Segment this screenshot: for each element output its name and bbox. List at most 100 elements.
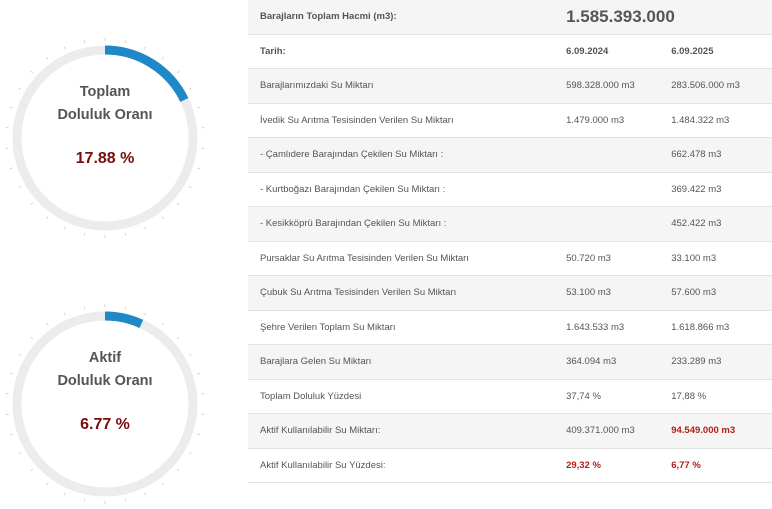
table-row: - Kesikköprü Barajından Çekilen Su Mikta… [248,207,772,242]
gauge-tick [125,306,126,309]
gauge-tick [189,453,192,455]
row-label: Şehre Verilen Toplam Su Miktarı [248,310,554,345]
gauge-tick [46,57,48,59]
gauge-tick [64,313,65,316]
row-value-2024 [554,207,661,242]
gauge-tick [162,323,164,325]
table-row: Şehre Verilen Toplam Su Miktarı1.643.533… [248,310,772,345]
gauge-title-line2: Doluluk Oranı [0,104,210,127]
row-label: - Çamlıdere Barajından Çekilen Su Miktar… [248,138,554,173]
gauge-tick [144,47,145,50]
active-fill-gauge-graphic [0,299,210,509]
table-row: Barajlarımızdaki Su Miktarı598.328.000 m… [248,69,772,104]
row-value-2025: 17,88 % [661,379,772,414]
row-label: Barajlara Gelen Su Miktarı [248,345,554,380]
table-row: Barajlara Gelen Su Miktarı364.094 m3233.… [248,345,772,380]
row-value-2025: 369.422 m3 [661,172,772,207]
row-value-2024: 1.643.533 m3 [554,310,661,345]
row-value-2025: 662.478 m3 [661,138,772,173]
table-row: Çubuk Su Arıtma Tesisinden Verilen Su Mi… [248,276,772,311]
row-label: Barajlarımızdaki Su Miktarı [248,69,554,104]
gauge-title-line1: Toplam [0,81,210,104]
gauge-tick [31,469,33,471]
gauge-tick [46,482,48,484]
gauge-tick [31,71,33,73]
row-value-2025: 452.422 m3 [661,207,772,242]
gauge-tick [64,493,65,496]
gauge-tick [177,337,179,339]
gauge-tick [144,493,145,496]
row-value-2024 [554,138,661,173]
row-value-2024: 53.100 m3 [554,276,661,311]
gauge-tick [31,203,33,205]
gauge-tick [144,227,145,230]
table-row: Aktif Kullanılabilir Su Yüzdesi:29,32 %6… [248,448,772,483]
gauge-tick [162,57,164,59]
total-fill-gauge-graphic [0,33,210,243]
gauge-tick [84,40,85,43]
gauge-tick [18,453,21,455]
gauge-value: 17.88 % [0,150,210,168]
table-row: Toplam Doluluk Yüzdesi37,74 %17,88 % [248,379,772,414]
row-label: - Kesikköprü Barajından Çekilen Su Mikta… [248,207,554,242]
gauge-tick [84,233,85,236]
row-label: Çubuk Su Arıtma Tesisinden Verilen Su Mi… [248,276,554,311]
gauge-tick [46,216,48,218]
gauge-tick [125,499,126,502]
gauge-tick [84,306,85,309]
row-label: - Kurtboğazı Barajından Çekilen Su Mikta… [248,172,554,207]
row-label: İvedik Su Arıtma Tesisinden Verilen Su M… [248,103,554,138]
gauge-tick [197,434,200,435]
gauge-tick [31,337,33,339]
gauges-panel: Toplam Doluluk Oranı 17.88 % Aktif Dolul… [0,0,210,492]
row-value-2024: 409.371.000 m3 [554,414,661,449]
gauge-tick [64,227,65,230]
row-label: Pursaklar Su Arıtma Tesisinden Verilen S… [248,241,554,276]
gauge-tick [10,168,13,169]
gauge-tick [125,40,126,43]
row-value-2024: 1.479.000 m3 [554,103,661,138]
gauge-tick [162,216,164,218]
gauge-tick [177,203,179,205]
gauge-tick [84,499,85,502]
gauge-tick [177,71,179,73]
row-label: Toplam Doluluk Yüzdesi [248,379,554,414]
row-value-2024 [554,172,661,207]
total-volume-value: 1.585.393.000 [554,0,772,34]
total-fill-gauge: Toplam Doluluk Oranı 17.88 % [0,33,210,243]
row-value-2025: 57.600 m3 [661,276,772,311]
date-2024: 6.09.2024 [554,34,661,69]
table-row: Aktif Kullanılabilir Su Miktarı:409.371.… [248,414,772,449]
table-row: Pursaklar Su Arıtma Tesisinden Verilen S… [248,241,772,276]
row-value-2024: 37,74 % [554,379,661,414]
date-header-row: Tarih: 6.09.2024 6.09.2025 [248,34,772,69]
gauge-tick [125,233,126,236]
row-label: Aktif Kullanılabilir Su Miktarı: [248,414,554,449]
total-volume-row: Barajların Toplam Hacmi (m3): 1.585.393.… [248,0,772,34]
row-value-2025: 1.484.322 m3 [661,103,772,138]
row-value-2025: 283.506.000 m3 [661,69,772,104]
gauge-value: 6.77 % [0,416,210,434]
gauge-title-line2: Doluluk Oranı [0,370,210,393]
gauge-fill-arc [105,316,141,324]
row-value-2025: 94.549.000 m3 [661,414,772,449]
table-row: - Kurtboğazı Barajından Çekilen Su Mikta… [248,172,772,207]
row-value-2025: 1.618.866 m3 [661,310,772,345]
active-fill-gauge: Aktif Doluluk Oranı 6.77 % [0,299,210,509]
gauge-tick [10,434,13,435]
gauge-tick [64,47,65,50]
row-label: Aktif Kullanılabilir Su Yüzdesi: [248,448,554,483]
gauge-tick [144,313,145,316]
gauge-tick [18,187,21,189]
gauge-tick [189,187,192,189]
row-value-2025: 33.100 m3 [661,241,772,276]
table-row: - Çamlıdere Barajından Çekilen Su Miktar… [248,138,772,173]
table-row: İvedik Su Arıtma Tesisinden Verilen Su M… [248,103,772,138]
row-value-2024: 364.094 m3 [554,345,661,380]
gauge-title-line1: Aktif [0,347,210,370]
row-value-2025: 6,77 % [661,448,772,483]
row-value-2024: 598.328.000 m3 [554,69,661,104]
dam-data-table: Barajların Toplam Hacmi (m3): 1.585.393.… [248,0,772,483]
date-label: Tarih: [248,34,554,69]
total-volume-label: Barajların Toplam Hacmi (m3): [248,0,554,34]
